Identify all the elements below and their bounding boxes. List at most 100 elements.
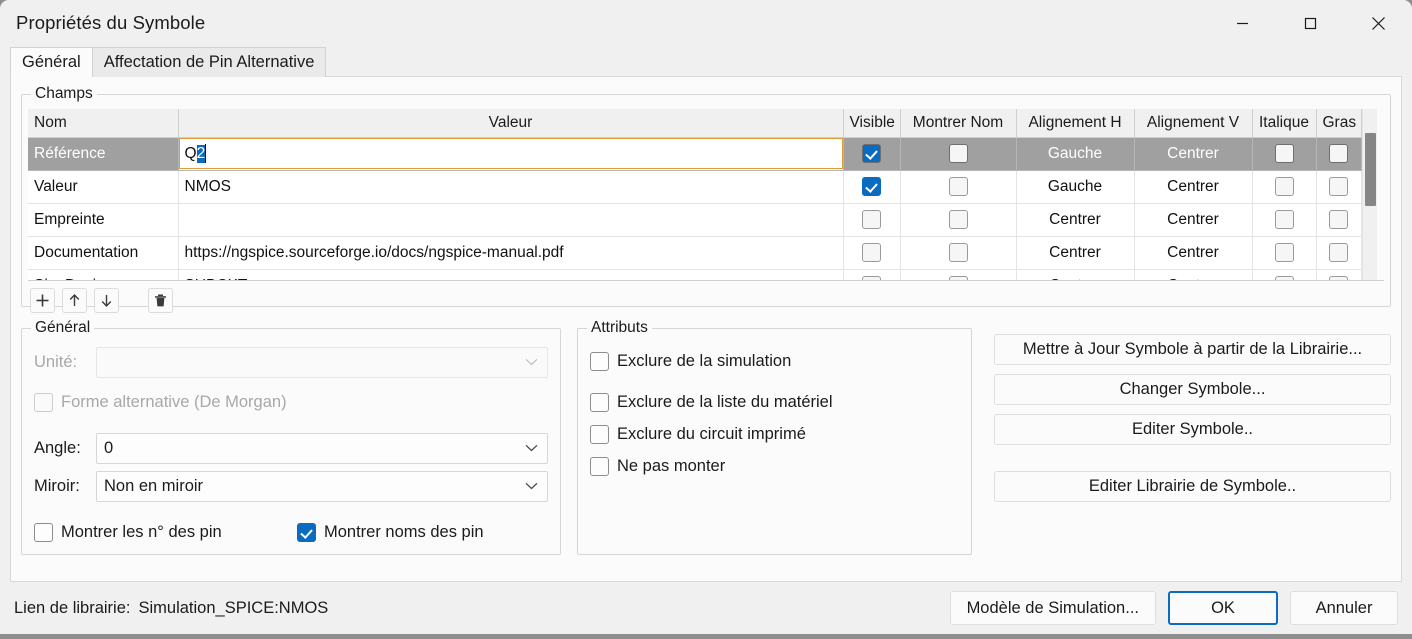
cell-gras-checkbox[interactable] xyxy=(1329,210,1348,229)
cell-alignement-h[interactable]: Centrer xyxy=(1016,203,1135,237)
cell-visible-checkbox[interactable] xyxy=(862,144,881,163)
cell-valeur[interactable] xyxy=(178,203,844,237)
cell-visible-checkbox[interactable] xyxy=(862,177,881,196)
cell-alignement-h[interactable]: Gauche xyxy=(1016,137,1135,171)
close-icon[interactable] xyxy=(1344,0,1412,46)
cell-alignement-v[interactable]: Centrer xyxy=(1134,269,1253,280)
cell-gras[interactable] xyxy=(1316,269,1362,280)
cell-gras-checkbox[interactable] xyxy=(1329,177,1348,196)
cell-italique[interactable] xyxy=(1252,170,1317,204)
cell-valeur[interactable]: https://ngspice.sourceforge.io/docs/ngsp… xyxy=(178,236,844,270)
cell-italique[interactable] xyxy=(1252,203,1317,237)
cell-visible[interactable] xyxy=(843,203,901,237)
cell-valeur[interactable]: NMOS xyxy=(178,170,844,204)
cell-italique[interactable] xyxy=(1252,137,1317,171)
show-pin-names-checkbox[interactable] xyxy=(297,522,316,542)
add-field-button[interactable] xyxy=(30,288,55,313)
cell-alignement-v[interactable]: Centrer xyxy=(1134,203,1253,237)
cell-nom[interactable]: Sim.Device xyxy=(28,269,179,280)
cell-montrer-nom[interactable] xyxy=(900,137,1017,171)
cell-italique-checkbox[interactable] xyxy=(1274,144,1294,163)
table-row[interactable]: Empreinte Centrer Centrer xyxy=(28,203,1362,237)
fields-table-scrollbar[interactable] xyxy=(1361,109,1377,280)
cell-alignement-v[interactable]: Centrer xyxy=(1134,170,1253,204)
cell-montrer-nom[interactable] xyxy=(900,170,1017,204)
attr-do-not-populate-row[interactable]: Ne pas monter xyxy=(590,450,959,482)
cell-italique-checkbox[interactable] xyxy=(1274,177,1294,196)
show-pin-numbers-checkbox[interactable] xyxy=(34,522,53,542)
show-pin-numbers-row[interactable]: Montrer les n° des pin xyxy=(34,522,297,542)
cell-alignement-h[interactable]: Centrer xyxy=(1016,236,1135,270)
exclude-board-checkbox[interactable] xyxy=(590,424,609,444)
cell-nom[interactable]: Documentation xyxy=(28,236,179,270)
edit-symbol-library-button[interactable]: Editer Librairie de Symbole.. xyxy=(994,471,1391,502)
move-field-down-button[interactable] xyxy=(94,288,119,313)
angle-select[interactable]: 0 xyxy=(96,432,548,464)
cell-italique-checkbox[interactable] xyxy=(1274,243,1294,262)
col-header-gras[interactable]: Gras xyxy=(1316,109,1362,138)
cell-visible-checkbox[interactable] xyxy=(862,243,881,262)
cell-alignement-h[interactable]: Gauche xyxy=(1016,170,1135,204)
change-symbol-button[interactable]: Changer Symbole... xyxy=(994,374,1391,405)
col-header-alignement-v[interactable]: Alignement V xyxy=(1134,109,1253,138)
attr-exclude-board-row[interactable]: Exclure du circuit imprimé xyxy=(590,418,959,450)
edit-symbol-button[interactable]: Editer Symbole.. xyxy=(994,414,1391,445)
table-row[interactable]: Valeur NMOS Gauche Centrer xyxy=(28,170,1362,204)
table-row[interactable]: Référence Q 2 Gauche Centrer xyxy=(28,137,1362,171)
cell-montrer-nom-checkbox[interactable] xyxy=(948,144,968,163)
cell-montrer-nom-checkbox[interactable] xyxy=(948,243,968,262)
cell-gras-checkbox[interactable] xyxy=(1329,243,1348,262)
cell-montrer-nom-checkbox[interactable] xyxy=(948,177,968,196)
mirror-select[interactable]: Non en miroir xyxy=(96,470,548,502)
exclude-simulation-checkbox[interactable] xyxy=(590,351,609,371)
table-row[interactable]: Sim.DeviceSUBCKT CentrerCentrer xyxy=(28,269,1362,280)
cell-montrer-nom[interactable] xyxy=(900,203,1017,237)
simulation-model-button[interactable]: Modèle de Simulation... xyxy=(949,591,1156,625)
do-not-populate-checkbox[interactable] xyxy=(590,456,609,476)
cell-italique[interactable] xyxy=(1252,269,1317,280)
col-header-alignement-h[interactable]: Alignement H xyxy=(1016,109,1135,138)
cell-visible[interactable] xyxy=(843,137,901,171)
maximize-icon[interactable] xyxy=(1276,0,1344,46)
col-header-nom[interactable]: Nom xyxy=(28,109,179,138)
cell-montrer-nom-checkbox[interactable] xyxy=(948,210,968,229)
update-symbol-from-library-button[interactable]: Mettre à Jour Symbole à partir de la Lib… xyxy=(994,334,1391,365)
cell-italique-checkbox[interactable] xyxy=(1274,210,1294,229)
cell-alignement-v[interactable]: Centrer xyxy=(1134,137,1253,171)
cell-gras[interactable] xyxy=(1316,236,1362,270)
tab-alternate-pin-assignment[interactable]: Affectation de Pin Alternative xyxy=(91,47,327,77)
attr-exclude-bom-row[interactable]: Exclure de la liste du matériel xyxy=(590,386,959,418)
cell-italique[interactable] xyxy=(1252,236,1317,270)
cell-gras[interactable] xyxy=(1316,170,1362,204)
cell-visible[interactable] xyxy=(843,170,901,204)
cell-nom[interactable]: Valeur xyxy=(28,170,179,204)
cell-alignement-h[interactable]: Centrer xyxy=(1016,269,1135,280)
ok-button[interactable]: OK xyxy=(1168,591,1278,625)
show-pin-names-row[interactable]: Montrer noms des pin xyxy=(297,522,484,542)
cell-nom[interactable]: Référence xyxy=(28,137,179,171)
cell-visible[interactable] xyxy=(843,236,901,270)
cell-alignement-v[interactable]: Centrer xyxy=(1134,236,1253,270)
table-row[interactable]: Documentation https://ngspice.sourceforge… xyxy=(28,236,1362,270)
cell-gras-checkbox[interactable] xyxy=(1329,144,1348,163)
cell-gras[interactable] xyxy=(1316,137,1362,171)
move-field-up-button[interactable] xyxy=(62,288,87,313)
cell-visible-checkbox[interactable] xyxy=(862,210,881,229)
cell-gras[interactable] xyxy=(1316,203,1362,237)
col-header-italique[interactable]: Italique xyxy=(1252,109,1317,138)
cell-nom[interactable]: Empreinte xyxy=(28,203,179,237)
exclude-bom-checkbox[interactable] xyxy=(590,392,609,412)
cancel-button[interactable]: Annuler xyxy=(1290,591,1398,625)
col-header-visible[interactable]: Visible xyxy=(843,109,901,138)
delete-field-button[interactable] xyxy=(148,288,173,313)
cell-montrer-nom[interactable] xyxy=(900,236,1017,270)
cell-montrer-nom-checkbox[interactable] xyxy=(948,276,968,280)
attr-exclude-simulation-row[interactable]: Exclure de la simulation xyxy=(590,345,959,377)
cell-gras-checkbox[interactable] xyxy=(1329,276,1348,280)
cell-montrer-nom[interactable] xyxy=(900,269,1017,280)
minimize-icon[interactable] xyxy=(1208,0,1276,46)
fields-table-scrollbar-thumb[interactable] xyxy=(1364,133,1376,206)
cell-italique-checkbox[interactable] xyxy=(1274,276,1294,280)
cell-visible[interactable] xyxy=(843,269,901,280)
cell-visible-checkbox[interactable] xyxy=(862,276,881,280)
